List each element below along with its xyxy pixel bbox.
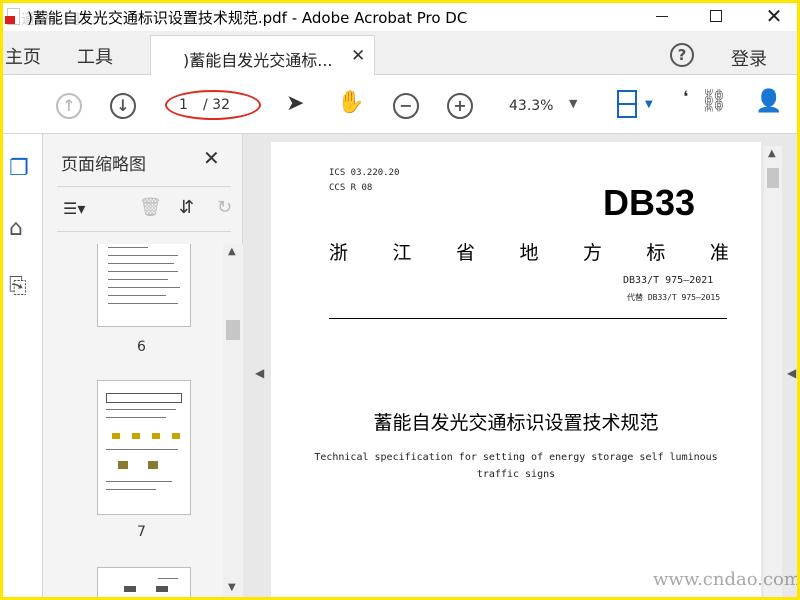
tab-document[interactable]: )蓄能自发光交通标... ✕ [150,35,375,76]
login-button[interactable]: 登录 [731,45,767,71]
fit-chevron-down-icon[interactable]: ▼ [645,99,653,110]
page-thumbnails-icon[interactable]: ❐ [9,156,29,181]
thumbnails-toolbar: ☰▾ 🗑 ⇵ ↻ [57,186,232,232]
zoom-in-icon[interactable]: + [447,93,473,119]
document-view: ◀ ICS 03.220.20 CCS R 08 DB33 浙 江 省 地 方 … [243,134,797,597]
maximize-button[interactable] [693,3,739,29]
document-title: 蓄能自发光交通标识设置技术规范 [373,412,659,434]
zoom-value: 43.3% [509,98,554,114]
toolbar: ↑ ↓ 1 / 32 ➤ ✋ − + 43.3% ▼ ▼ ❛ ⛓ 👤 [3,75,797,134]
standard-prefix: DB33 [603,182,696,223]
watermark-bottom: www.cndao.com [653,569,797,590]
zoom-dropdown[interactable]: 43.3% ▼ [501,93,583,119]
ics-code: ICS 03.220.20 [329,168,400,178]
scrollbar-thumb[interactable] [226,320,240,340]
share-link-icon[interactable]: ⛓ [700,89,728,114]
attachment-icon[interactable]: ⎘ [9,274,27,299]
add-user-icon[interactable]: 👤 [755,89,782,114]
previous-page-icon[interactable]: ↑ [56,93,82,119]
select-pointer-icon[interactable]: ➤ [286,91,304,116]
pdf-page: ICS 03.220.20 CCS R 08 DB33 浙 江 省 地 方 标 … [271,142,761,597]
acrobat-window: )蓄能自发光交通标识设置技术规范.pdf - Adobe Acrobat Pro… [3,3,797,597]
window-title: )蓄能自发光交通标识设置技术规范.pdf - Adobe Acrobat Pro… [27,8,468,27]
minimize-button[interactable] [639,3,685,29]
thumbnails-panel: 页面缩略图 ✕ ☰▾ 🗑 ⇵ ↻ 6 7 ▲ ▼ [43,134,243,597]
thumbnails-title: 页面缩略图 [61,155,146,175]
english-title-line1: Technical specification for setting of e… [314,452,718,463]
thumbnail-page-number: 7 [137,524,146,540]
replaces-code: 代替 DB33/T 975—2015 [627,293,721,302]
standard-char: 浙 [329,242,349,264]
thumbnails-scrollbar[interactable]: ▲ ▼ [223,244,243,597]
rotate-icon[interactable]: ↻ [217,197,232,218]
standard-char: 准 [709,242,729,264]
standard-type: 浙 江 省 地 方 标 准 [329,238,729,265]
header-rule [329,318,727,319]
zoom-out-icon[interactable]: − [393,93,419,119]
scrollbar-thumb[interactable] [767,168,779,188]
navigation-rail: ❐ ⌂ ⎘ [3,134,43,597]
hand-tool-icon[interactable]: ✋ [337,90,364,115]
help-icon[interactable]: ? [670,43,694,67]
thumbnail-page-7[interactable] [97,380,191,515]
close-tab-icon[interactable]: ✕ [351,46,365,66]
close-panel-icon[interactable]: ✕ [203,146,220,170]
fit-page-icon[interactable] [615,89,639,119]
thumbnail-options-icon[interactable]: ☰▾ [63,199,85,218]
thumbnail-page-8[interactable] [97,567,191,597]
tab-home[interactable]: 主页 [5,43,41,69]
scroll-up-icon[interactable]: ▲ [228,246,236,257]
tab-bar: 主页 工具 )蓄能自发光交通标... ✕ ? 登录 [3,31,797,76]
quote-icon[interactable]: ❛ [683,87,688,106]
chevron-down-icon: ▼ [569,97,578,110]
maximize-icon [710,10,722,22]
trash-icon[interactable]: 🗑 [139,197,162,218]
bookmark-icon[interactable]: ⌂ [9,216,23,241]
standard-char: 标 [646,242,666,264]
thumbnail-list: 6 7 [43,244,225,597]
expand-panel-icon[interactable]: ◀ [787,366,796,380]
document-scrollbar[interactable]: ▲ [764,146,782,597]
insert-page-icon[interactable]: ⇵ [179,197,194,218]
next-page-icon[interactable]: ↓ [110,93,136,119]
watermark-top: 道 标 网 [21,12,82,28]
scroll-down-icon[interactable]: ▼ [228,582,236,593]
ccs-code: CCS R 08 [329,183,373,193]
standard-code: DB33/T 975—2021 [623,275,714,286]
standard-char: 江 [392,242,412,264]
standard-char: 方 [582,242,602,264]
collapse-panel-icon[interactable]: ◀ [255,366,264,380]
highlight-oval [165,90,261,120]
scroll-up-icon[interactable]: ▲ [768,148,776,159]
thumbnail-page-number: 6 [137,339,146,355]
minimize-icon [656,15,668,17]
standard-char: 地 [519,242,539,264]
tab-tools[interactable]: 工具 [77,43,113,69]
thumbnail-page-6[interactable] [97,244,191,327]
close-window-button[interactable]: ✕ [751,3,797,29]
english-title-line2: traffic signs [476,469,556,480]
standard-char: 省 [455,242,475,264]
document-tab-label: )蓄能自发光交通标... [183,51,333,70]
close-icon: ✕ [765,4,783,28]
